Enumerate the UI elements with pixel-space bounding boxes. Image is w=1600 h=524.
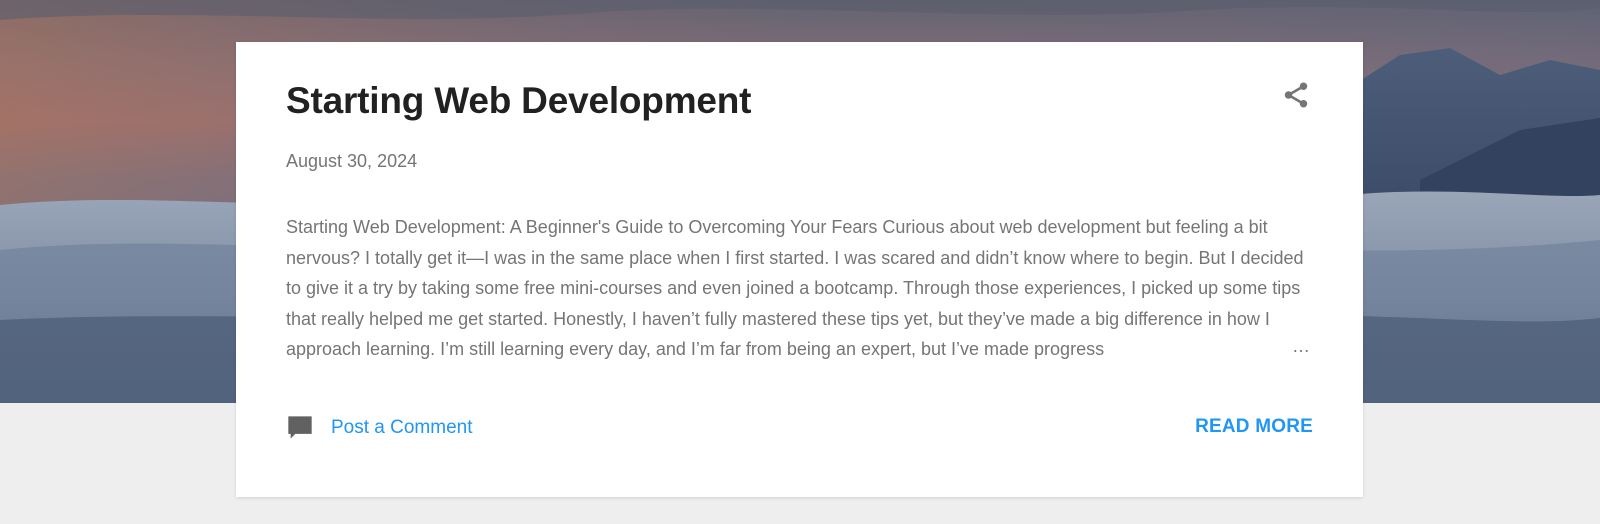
blog-post-card: Starting Web Development August 30, 2024…	[236, 42, 1363, 497]
post-comment-link[interactable]: Post a Comment	[286, 414, 473, 442]
read-more-link[interactable]: READ MORE	[1195, 416, 1313, 438]
post-date: August 30, 2024	[286, 151, 418, 171]
share-icon[interactable]	[1281, 80, 1311, 110]
comment-link-label[interactable]: Post a Comment	[331, 417, 473, 439]
post-title[interactable]: Starting Web Development	[286, 80, 752, 122]
post-snippet: Starting Web Development: A Beginner's G…	[286, 217, 1304, 359]
snippet-ellipsis: …	[1292, 336, 1311, 356]
comment-icon	[288, 416, 312, 439]
post-snippet-container: Starting Web Development: A Beginner's G…	[286, 212, 1313, 367]
